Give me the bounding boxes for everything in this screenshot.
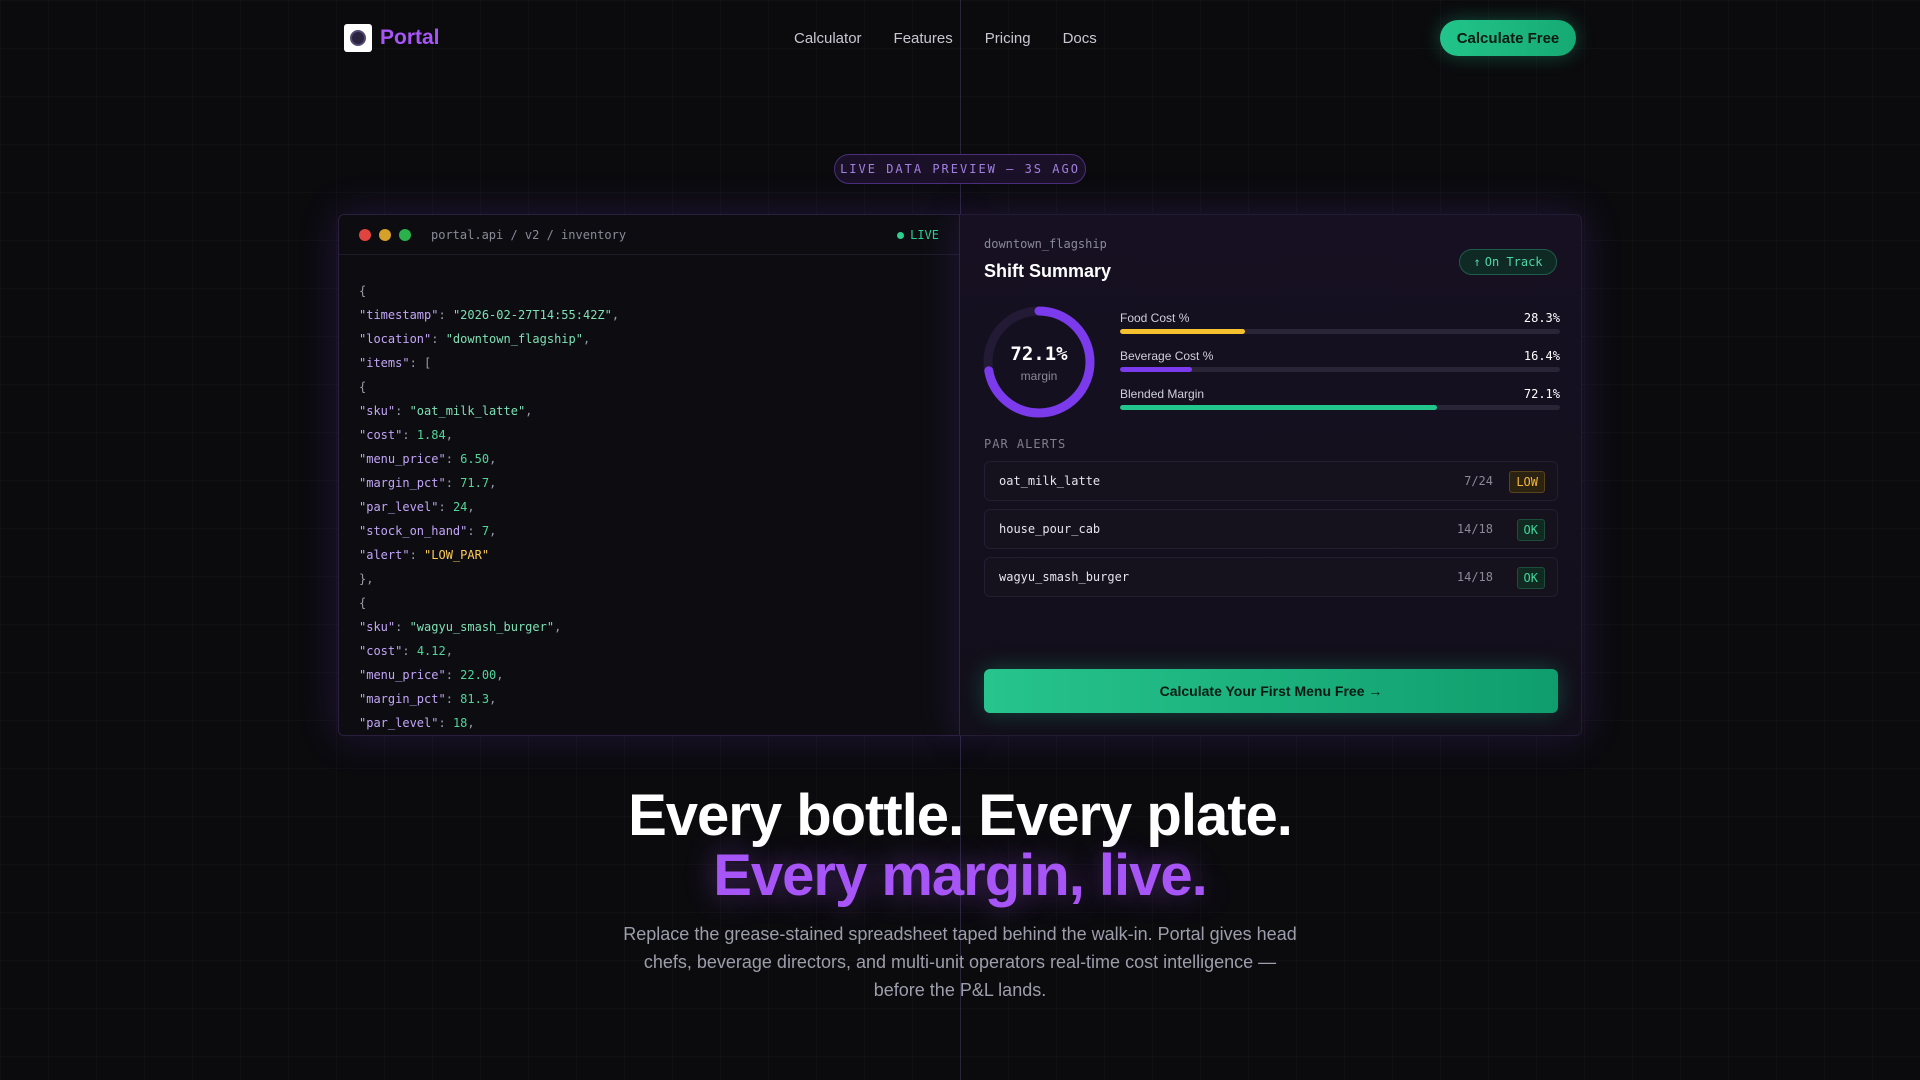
calculate-free-button[interactable]: Calculate Free xyxy=(1440,20,1576,56)
on-track-label: On Track xyxy=(1484,255,1543,269)
metric-food-cost: Food Cost % 28.3% xyxy=(1120,311,1560,341)
metric-bar-fill xyxy=(1120,329,1245,334)
nav-link-features[interactable]: Features xyxy=(894,30,953,47)
brand-logo[interactable]: Portal xyxy=(344,24,440,52)
ring-label: margin xyxy=(1020,369,1058,383)
hero-headline-line2: Every margin, live. xyxy=(713,843,1208,908)
alert-sku: wagyu_smash_burger xyxy=(999,570,1130,584)
metric-bar-fill xyxy=(1120,367,1193,372)
code-key: "items" xyxy=(359,356,410,370)
code-value: 7 xyxy=(481,524,490,538)
code-value: "LOW_PAR" xyxy=(424,548,490,562)
metric-label: Blended Margin xyxy=(1120,387,1205,401)
code-panel: portal.api / v2 / inventory LIVE { "time… xyxy=(338,214,960,736)
top-nav: Portal Calculator Features Pricing Docs … xyxy=(344,20,1576,56)
alert-status-badge: OK xyxy=(1516,567,1545,589)
metric-value: 72.1% xyxy=(1523,387,1560,401)
code-value: 1.84 xyxy=(416,428,446,442)
nav-link-pricing[interactable]: Pricing xyxy=(985,30,1031,47)
metric-blended-margin: Blended Margin 72.1% xyxy=(1120,387,1560,417)
metric-value: 16.4% xyxy=(1523,349,1560,363)
nav-link-calculator[interactable]: Calculator xyxy=(794,30,862,47)
code-brace: { xyxy=(359,284,367,298)
ring-value: 72.1% xyxy=(1010,343,1068,365)
par-alert-row[interactable]: oat_milk_latte 7/24 LOW xyxy=(984,461,1558,501)
par-alerts-title: PAR ALERTS xyxy=(984,437,1067,451)
api-path: portal.api / v2 / inventory xyxy=(431,228,627,242)
code-value: 22.00 xyxy=(460,668,497,682)
code-panel-header: portal.api / v2 / inventory LIVE xyxy=(339,215,959,255)
alert-count: 7/24 xyxy=(1464,474,1493,488)
arrow-up-icon: ↑ xyxy=(1473,255,1481,269)
alert-sku: house_pour_cab xyxy=(999,522,1101,536)
metric-label: Beverage Cost % xyxy=(1120,349,1214,363)
window-maximize-dot xyxy=(399,229,411,241)
code-value: 18 xyxy=(452,716,468,730)
on-track-badge: ↑ On Track xyxy=(1459,249,1557,275)
code-value: "wagyu_smash_burger" xyxy=(409,620,555,634)
brand-name: Portal xyxy=(380,26,440,49)
code-value: 6.50 xyxy=(460,452,490,466)
code-key: "timestamp" xyxy=(359,308,439,322)
code-value: 71.7 xyxy=(460,476,490,490)
nav-links: Calculator Features Pricing Docs xyxy=(794,30,1097,47)
metric-bar-fill xyxy=(1120,405,1438,410)
logo-icon xyxy=(344,24,372,52)
window-minimize-dot xyxy=(379,229,391,241)
nav-link-docs[interactable]: Docs xyxy=(1063,30,1097,47)
par-alert-row[interactable]: wagyu_smash_burger 14/18 OK xyxy=(984,557,1558,597)
hero-subtitle: Replace the grease-stained spreadsheet t… xyxy=(623,924,1297,1000)
live-preview-badge: LIVE DATA PREVIEW — 3S AGO xyxy=(834,154,1086,184)
code-key: "location" xyxy=(359,332,432,346)
hero-headline-line1: Every bottle. Every plate. xyxy=(628,783,1293,848)
code-value: "oat_milk_latte" xyxy=(409,404,526,418)
live-indicator: LIVE xyxy=(897,228,939,242)
metric-value: 28.3% xyxy=(1523,311,1560,325)
json-code-block: { "timestamp": "2026-02-27T14:55:42Z", "… xyxy=(359,284,620,730)
code-value: 24 xyxy=(452,500,468,514)
alert-status-badge: OK xyxy=(1516,519,1545,541)
code-value: 4.12 xyxy=(416,644,446,658)
alert-status-badge: LOW xyxy=(1509,471,1545,493)
metric-bar xyxy=(1120,405,1560,410)
calculate-first-menu-button[interactable]: Calculate Your First Menu Free → xyxy=(984,669,1558,713)
live-label: LIVE xyxy=(910,228,939,242)
window-close-dot xyxy=(359,229,371,241)
metric-label: Food Cost % xyxy=(1120,311,1190,325)
location-label: downtown_flagship xyxy=(984,237,1107,251)
metric-beverage-cost: Beverage Cost % 16.4% xyxy=(1120,349,1560,379)
shift-summary-panel: downtown_flagship Shift Summary ↑ On Tra… xyxy=(960,214,1582,736)
code-value: "2026-02-27T14:55:42Z" xyxy=(452,308,612,322)
code-value: "downtown_flagship" xyxy=(445,332,583,346)
alert-count: 14/18 xyxy=(1456,522,1493,536)
metric-bar xyxy=(1120,329,1560,334)
live-dot-icon xyxy=(897,231,905,239)
alert-sku: oat_milk_latte xyxy=(999,474,1101,488)
alert-count: 14/18 xyxy=(1456,570,1493,584)
metric-bar xyxy=(1120,367,1560,372)
summary-title: Shift Summary xyxy=(984,261,1112,281)
par-alert-row[interactable]: house_pour_cab 14/18 OK xyxy=(984,509,1558,549)
code-value: 81.3 xyxy=(460,692,490,706)
